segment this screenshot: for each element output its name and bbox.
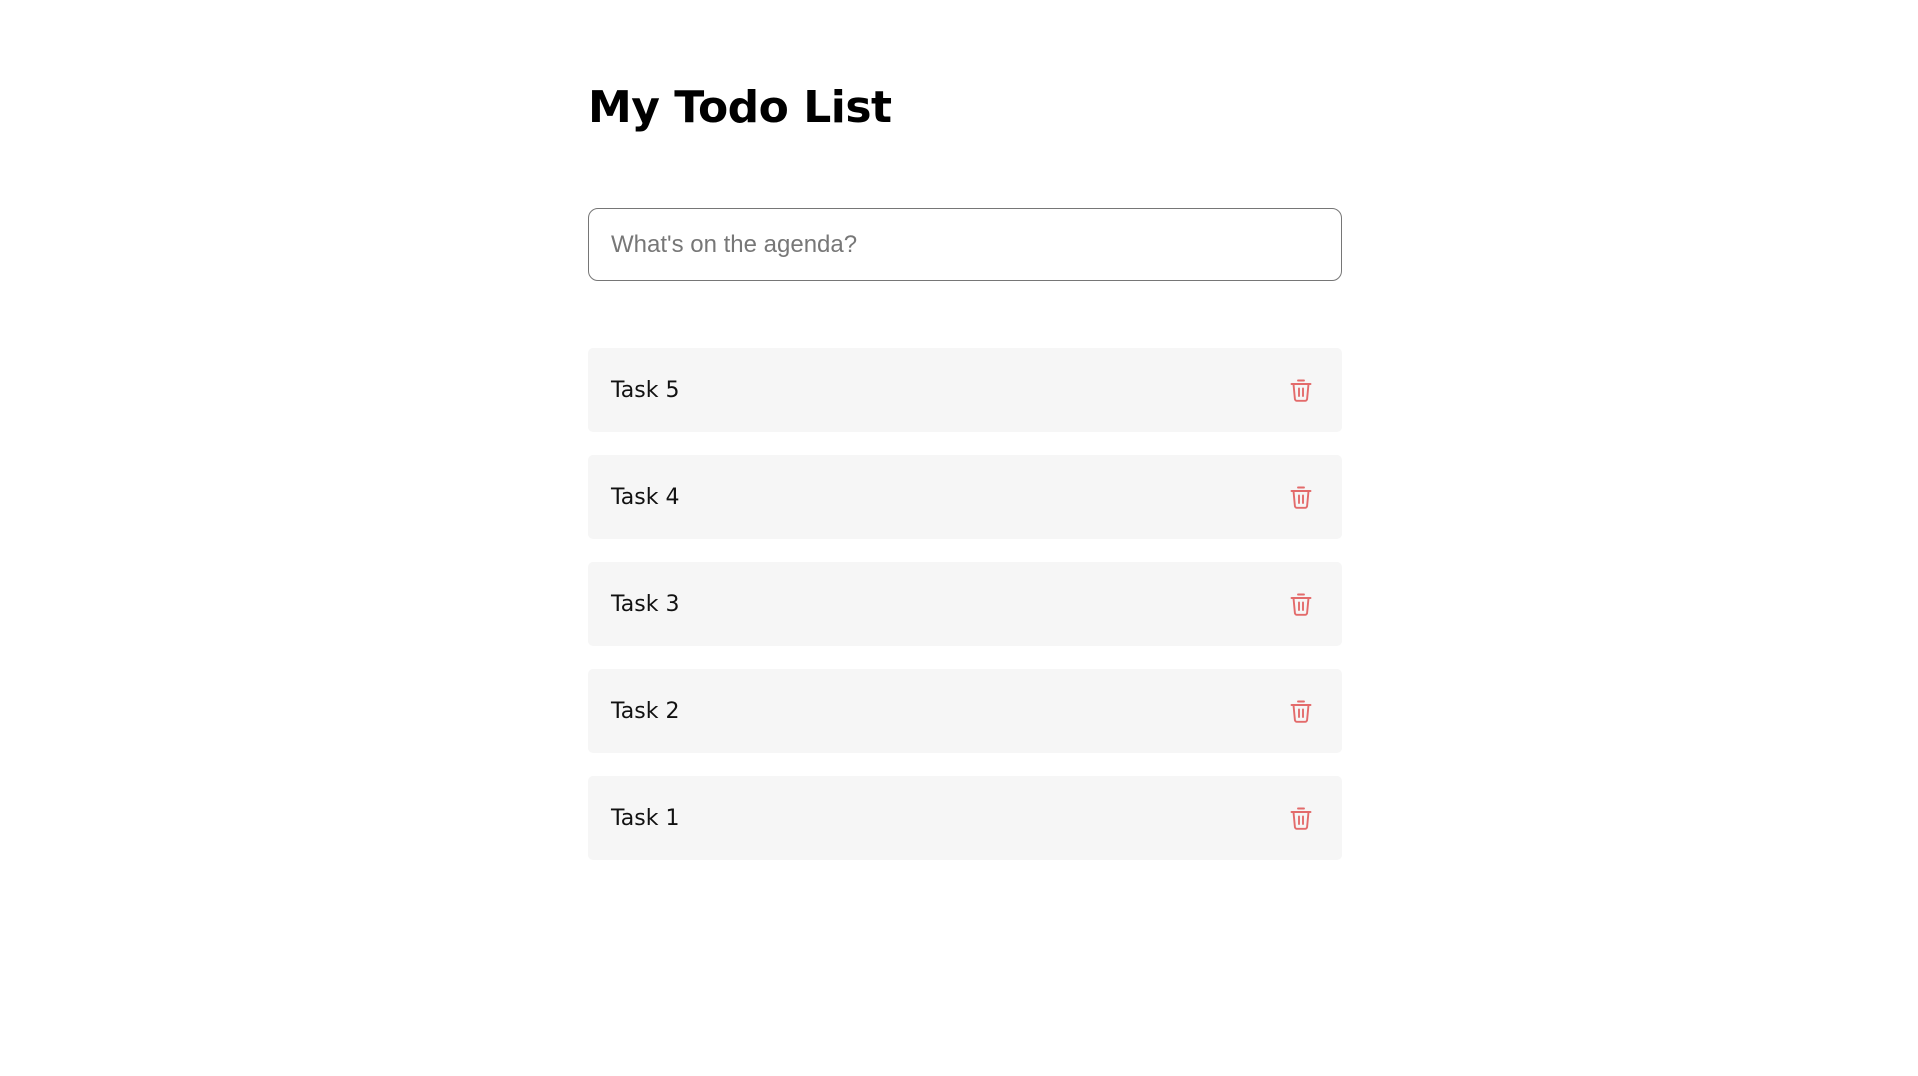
trash-icon xyxy=(1290,807,1312,830)
todo-list: Task 5 Task 4 Task 3 Task 2 Task 1 xyxy=(588,348,1342,860)
delete-button[interactable] xyxy=(1284,801,1318,835)
trash-icon xyxy=(1290,593,1312,616)
delete-button[interactable] xyxy=(1284,694,1318,728)
delete-button[interactable] xyxy=(1284,373,1318,407)
page-title: My Todo List xyxy=(588,82,892,133)
todo-text[interactable]: Task 4 xyxy=(611,485,679,510)
new-todo-form xyxy=(588,208,1342,281)
trash-icon xyxy=(1290,486,1312,509)
todo-text[interactable]: Task 3 xyxy=(611,592,679,617)
delete-button[interactable] xyxy=(1284,480,1318,514)
todo-item: Task 5 xyxy=(588,348,1342,432)
trash-icon xyxy=(1290,379,1312,402)
trash-icon xyxy=(1290,700,1312,723)
todo-item: Task 1 xyxy=(588,776,1342,860)
todo-text[interactable]: Task 5 xyxy=(611,378,679,403)
todo-text[interactable]: Task 2 xyxy=(611,699,679,724)
new-todo-input[interactable] xyxy=(588,208,1342,281)
todo-app: My Todo List Task 5 Task 4 xyxy=(588,74,1342,883)
delete-button[interactable] xyxy=(1284,587,1318,621)
todo-text[interactable]: Task 1 xyxy=(611,806,679,831)
todo-item: Task 2 xyxy=(588,669,1342,753)
todo-item: Task 4 xyxy=(588,455,1342,539)
todo-item: Task 3 xyxy=(588,562,1342,646)
